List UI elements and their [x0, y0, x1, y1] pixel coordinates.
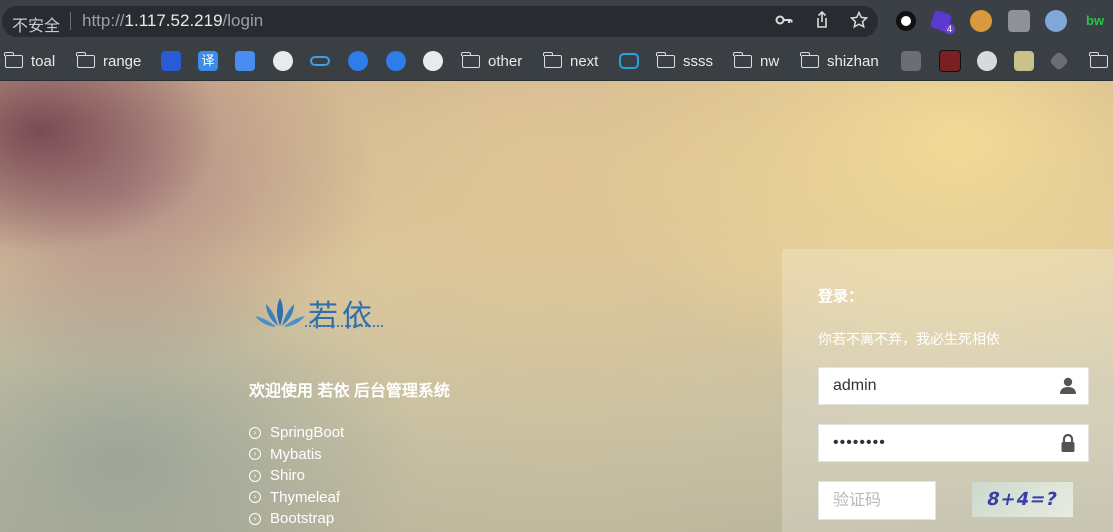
url-host: 1.117.52.219: [124, 11, 223, 30]
feature-label: Thymeleaf: [270, 488, 341, 506]
bookmark-f2[interactable]: [386, 51, 406, 71]
feature-label: Mybatis: [270, 445, 322, 463]
login-subtitle: 你若不离不弃，我必生死相依: [818, 331, 1000, 347]
bookmark-label: nw: [760, 52, 780, 70]
bookmark-label: toal: [31, 52, 56, 70]
folder-icon: [76, 51, 95, 68]
favicon: [1049, 51, 1069, 71]
f-icon: [348, 51, 368, 71]
extension-bw-icon[interactable]: bw: [1086, 13, 1104, 28]
bookmark-label: ssss: [683, 52, 713, 70]
bookmark-cloud[interactable]: [310, 51, 330, 71]
list-item: › Mybatis: [249, 444, 344, 466]
share-icon[interactable]: [813, 10, 831, 34]
lock-icon: [1061, 433, 1075, 452]
bookmark-fav-a[interactable]: [901, 51, 921, 71]
bookmark-f1[interactable]: [348, 51, 368, 71]
globe-icon: [423, 51, 443, 71]
not-secure-label[interactable]: 不安全: [12, 12, 60, 36]
list-item: › Thymeleaf: [249, 487, 344, 509]
bookmark-ssss[interactable]: ssss: [656, 51, 713, 71]
extension-globe-icon[interactable]: [1045, 10, 1067, 32]
arrow-circle-icon: ›: [249, 448, 261, 461]
folder-icon: [733, 51, 752, 68]
folder-icon: [543, 51, 562, 68]
list-item: › Bootstrap: [249, 508, 344, 530]
url-scheme: http://: [82, 11, 125, 30]
url-text[interactable]: http://1.117.52.219/login: [82, 11, 263, 31]
google-translate-icon: [235, 51, 255, 71]
puzzle-extension-icon[interactable]: [1008, 10, 1030, 32]
folder-icon: [656, 51, 675, 68]
bookmark-google-translate[interactable]: [235, 51, 255, 71]
bookmark-label: other: [488, 52, 523, 70]
arrow-circle-icon: ›: [249, 512, 261, 525]
list-item: › SpringBoot: [249, 422, 344, 444]
github-icon: [273, 51, 293, 71]
bookmark-globe[interactable]: [423, 51, 443, 71]
bookmark-toal[interactable]: toal: [4, 51, 56, 71]
folder-icon: [800, 51, 819, 68]
feature-label: SpringBoot: [270, 424, 345, 442]
folder-icon: [461, 51, 480, 68]
star-icon[interactable]: [849, 10, 869, 34]
divider: [70, 12, 71, 30]
username-input[interactable]: [818, 367, 1089, 405]
user-icon: [1060, 377, 1076, 394]
captcha-input[interactable]: [818, 481, 936, 520]
translate-icon: 译: [198, 51, 218, 71]
bookmark-next[interactable]: next: [543, 51, 599, 71]
extension-circle-icon[interactable]: [896, 11, 916, 31]
feature-label: Shiro: [270, 467, 306, 485]
bookmark-folder-more[interactable]: [1089, 51, 1113, 71]
bookmark-fav-d[interactable]: [1014, 51, 1034, 71]
feature-label: Bootstrap: [270, 510, 335, 528]
favicon: [977, 51, 997, 71]
bookmarks-bar: toal range 译 other next ssss nw shizhan: [0, 42, 1113, 81]
bookmark-nw[interactable]: nw: [733, 51, 780, 71]
bookmark-baidu[interactable]: [161, 51, 181, 71]
bookmark-other[interactable]: other: [461, 51, 523, 71]
bookmark-label: shizhan: [827, 52, 879, 70]
logo-tagline: [305, 325, 383, 330]
favicon: [939, 50, 961, 72]
bookmark-bilibili[interactable]: [619, 51, 639, 71]
baidu-icon: [161, 51, 181, 71]
bookmark-label: range: [103, 52, 142, 70]
login-page: 若依 欢迎使用 若依 后台管理系统 › SpringBoot › Mybatis ›…: [0, 81, 1113, 532]
f-icon: [386, 51, 406, 71]
arrow-circle-icon: ›: [249, 491, 261, 504]
bilibili-icon: [619, 53, 639, 69]
list-item: › Shiro: [249, 465, 344, 487]
cookie-icon[interactable]: [970, 10, 992, 32]
feature-list: › SpringBoot › Mybatis › Shiro › Thymeleaf ›…: [249, 422, 344, 530]
extension-badge: 4: [944, 24, 956, 34]
folder-icon: [1089, 51, 1108, 68]
captcha-image[interactable]: 8+4=?: [971, 481, 1074, 518]
welcome-heading: 欢迎使用 若依 后台管理系统: [249, 383, 450, 400]
bookmark-fav-c[interactable]: [977, 51, 997, 71]
folder-icon: [4, 51, 23, 68]
url-path: /login: [222, 11, 264, 30]
bookmark-fav-b[interactable]: [939, 50, 961, 72]
key-icon[interactable]: [775, 11, 793, 34]
bookmark-label: next: [570, 52, 599, 70]
captcha-text: 8+4=?: [984, 489, 1061, 510]
arrow-circle-icon: ›: [249, 426, 261, 439]
arrow-circle-icon: ›: [249, 469, 261, 482]
address-bar: 不安全 http://1.117.52.219/login 4 bw: [0, 0, 1113, 42]
bookmark-translate[interactable]: 译: [198, 51, 218, 71]
bookmark-github[interactable]: [273, 51, 293, 71]
lotus-icon: [255, 298, 305, 327]
favicon: [1014, 51, 1034, 71]
bookmark-fav-e[interactable]: [1049, 51, 1069, 71]
bookmark-shizhan[interactable]: shizhan: [800, 51, 879, 71]
cloud-icon: [310, 56, 330, 66]
favicon: [901, 51, 921, 71]
login-title: 登录：: [818, 288, 864, 305]
login-panel: 登录： 你若不离不弃，我必生死相依 8+4=?: [782, 249, 1113, 532]
bookmark-range[interactable]: range: [76, 51, 142, 71]
password-input[interactable]: [818, 424, 1089, 462]
